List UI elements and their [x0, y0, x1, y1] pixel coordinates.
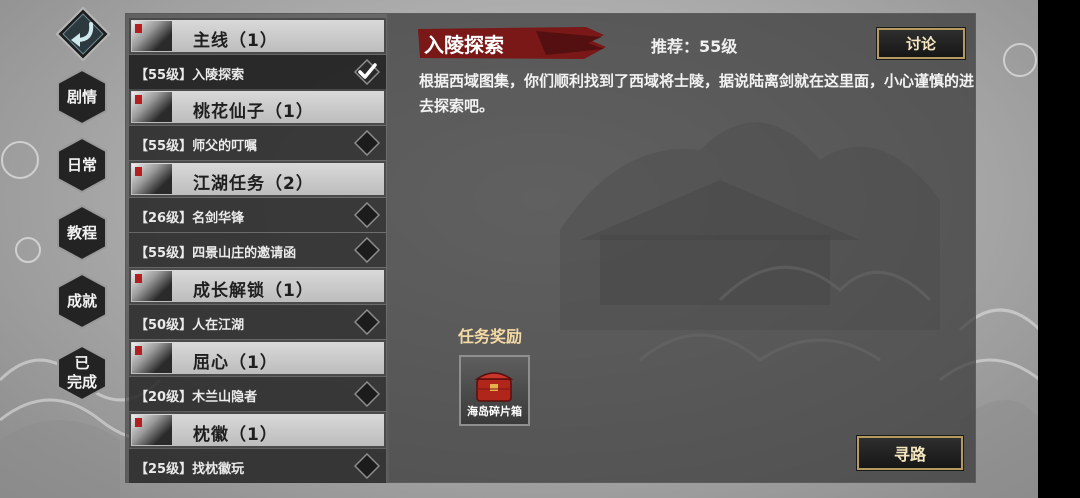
category-thumbnail: [132, 21, 172, 51]
category-label: 成长解锁（1）: [193, 281, 314, 301]
category-thumbnail: [132, 415, 172, 445]
red-seal-icon: [135, 418, 142, 427]
checkmark-icon: [354, 59, 380, 85]
quest-category-quxin[interactable]: 屈心（1）: [129, 340, 386, 376]
pathfind-button[interactable]: 寻路: [856, 435, 964, 471]
category-thumbnail: [132, 92, 172, 122]
diamond-icon: [354, 130, 380, 156]
category-label: 江湖任务（2）: [193, 174, 314, 194]
quest-category-growth-unlock[interactable]: 成长解锁（1）: [129, 268, 386, 304]
recommended-level: 推荐：55级: [651, 37, 738, 56]
quest-label: 【20级】木兰山隐者: [135, 390, 258, 405]
screen-edge: [1038, 0, 1080, 498]
reward-item-label: 海岛碎片箱: [467, 405, 522, 418]
reward-item[interactable]: 海岛碎片箱: [459, 355, 530, 426]
rewards-title: 任务奖励: [458, 327, 523, 346]
nav-tab-achievement[interactable]: 成就: [57, 273, 107, 329]
nav-tab-story[interactable]: 剧情: [57, 69, 107, 125]
red-seal-icon: [135, 167, 142, 176]
category-thumbnail: [132, 343, 172, 373]
nav-tab-label: 教程: [66, 223, 97, 242]
quest-item[interactable]: 【25级】找枕徽玩: [129, 449, 386, 483]
diamond-icon: [354, 453, 380, 479]
category-label: 枕徽（1）: [193, 425, 278, 445]
red-seal-icon: [135, 24, 142, 33]
quest-item[interactable]: 【55级】四景山庄的邀请函: [129, 233, 386, 267]
nav-tab-tutorial[interactable]: 教程: [57, 205, 107, 261]
back-arrow-icon: [55, 6, 111, 62]
quest-category-main[interactable]: 主线（1）: [129, 18, 386, 54]
quest-item[interactable]: 【26级】名剑华锋: [129, 198, 386, 232]
quest-description: 根据西域图集，你们顺利找到了西域将士陵，据说陆离剑就在这里面，小心谨慎的进去探索…: [419, 72, 975, 115]
diamond-icon: [354, 237, 380, 263]
category-thumbnail: [132, 164, 172, 194]
red-seal-icon: [135, 274, 142, 283]
nav-tab-completed[interactable]: 已 完成: [57, 345, 107, 401]
category-label: 屈心（1）: [193, 353, 278, 373]
quest-item[interactable]: 【20级】木兰山隐者: [129, 377, 386, 411]
category-thumbnail: [132, 271, 172, 301]
red-seal-icon: [135, 346, 142, 355]
back-button[interactable]: [55, 6, 111, 62]
diamond-icon: [354, 309, 380, 335]
quest-label: 【50级】人在江湖: [135, 318, 245, 333]
quest-detail-panel: 入陵探索 推荐：55级 讨论 根据西域图集，你们顺利找到了西域将士陵，据说陆离剑…: [388, 13, 976, 483]
quest-label: 【25级】找枕徽玩: [135, 462, 245, 477]
nav-tab-daily[interactable]: 日常: [57, 137, 107, 193]
nav-tab-label: 已 完成: [66, 354, 97, 391]
quest-category-jianghu[interactable]: 江湖任务（2）: [129, 161, 386, 197]
category-label: 主线（1）: [193, 31, 278, 51]
quest-item[interactable]: 【55级】师父的叮嘱: [129, 126, 386, 160]
quest-label: 【55级】四景山庄的邀请函: [135, 246, 297, 261]
quest-item[interactable]: 【55级】入陵探索: [129, 55, 386, 89]
quest-category-peach-fairy[interactable]: 桃花仙子（1）: [129, 89, 386, 125]
category-label: 桃花仙子（1）: [193, 102, 314, 122]
nav-tab-label: 剧情: [66, 87, 97, 106]
diamond-icon: [354, 381, 380, 407]
quest-title: 入陵探索: [424, 33, 504, 57]
quest-label: 【55级】师父的叮嘱: [135, 139, 258, 154]
quest-label: 【55级】入陵探索: [135, 68, 245, 83]
nav-tab-label: 成就: [66, 291, 97, 310]
red-seal-icon: [135, 95, 142, 104]
diamond-icon: [354, 202, 380, 228]
quest-list-panel: 主线（1） 【55级】入陵探索 桃花仙子（1） 【55级】师父的叮嘱 江湖任务（…: [125, 13, 388, 483]
quest-item[interactable]: 【50级】人在江湖: [129, 305, 386, 339]
quest-category-zhenhui[interactable]: 枕徽（1）: [129, 412, 386, 448]
quest-label: 【26级】名剑华锋: [135, 211, 245, 226]
nav-tab-label: 日常: [66, 155, 97, 174]
discuss-button[interactable]: 讨论: [876, 27, 966, 60]
